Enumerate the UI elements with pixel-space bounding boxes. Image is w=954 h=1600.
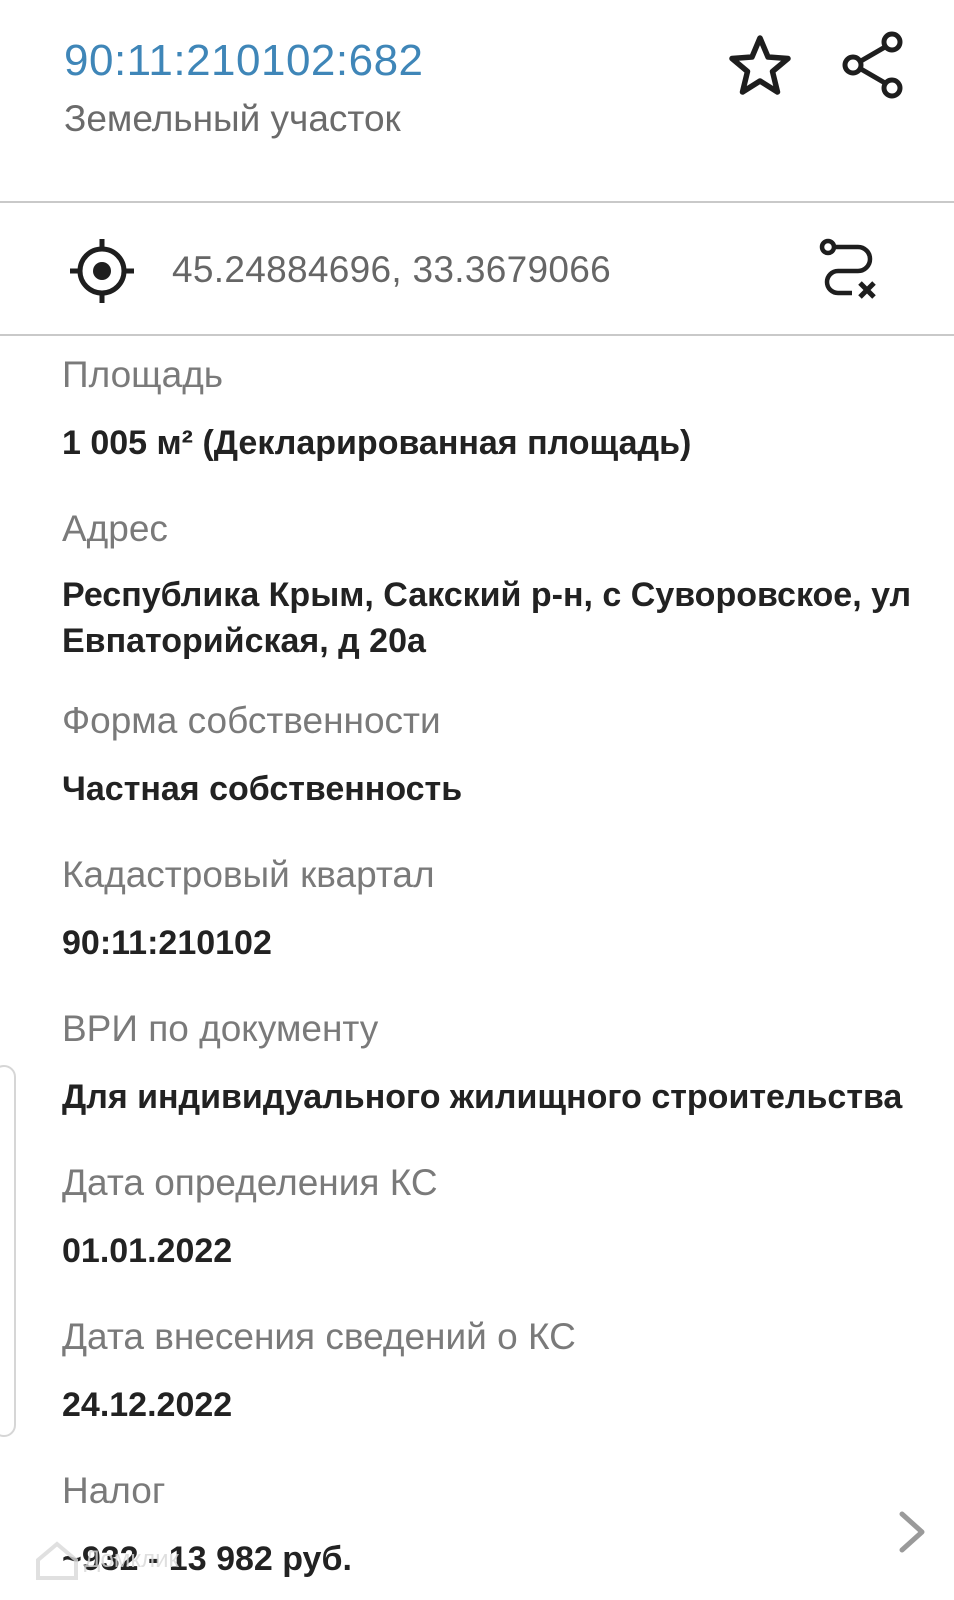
coordinates-row[interactable]: 45.24884696, 33.3679066: [0, 207, 954, 335]
permitted-use-label: ВРИ по документу: [62, 1008, 379, 1049]
coordinates-text[interactable]: 45.24884696, 33.3679066: [172, 249, 611, 291]
header: 90:11:210102:682 Земельный участок: [0, 0, 954, 205]
address-label: Адрес: [62, 508, 168, 549]
route-clear-icon[interactable]: [818, 237, 884, 303]
star-icon[interactable]: [728, 34, 792, 98]
share-icon[interactable]: [840, 30, 906, 100]
watermark-text: Домклик: [84, 1546, 180, 1573]
cv-date-value: 01.01.2022: [62, 1232, 233, 1270]
watermark-house-icon: [36, 1541, 78, 1580]
tax-label[interactable]: Налог: [62, 1470, 165, 1512]
divider: [0, 201, 954, 203]
chevron-right-icon[interactable]: [896, 1508, 928, 1556]
area-label: Площадь: [62, 354, 224, 395]
cv-entry-date-label: Дата внесения сведений о КС: [62, 1316, 576, 1357]
permitted-use-value: Для индивидуального жилищного строительс…: [62, 1078, 903, 1116]
target-icon[interactable]: [68, 237, 136, 305]
cv-date-label: Дата определения КС: [62, 1162, 438, 1203]
divider: [0, 334, 954, 336]
area-value: 1 005 м² (Декларированная площадь): [62, 424, 692, 462]
object-type: Земельный участок: [64, 98, 401, 139]
cadastral-quarter-label: Кадастровый квартал: [62, 854, 435, 895]
cv-entry-date-value: 24.12.2022: [62, 1386, 233, 1424]
ownership-value: Частная собственность: [62, 770, 463, 808]
ownership-label: Форма собственности: [62, 700, 441, 741]
cadastral-number[interactable]: 90:11:210102:682: [64, 36, 424, 86]
cadastral-quarter-value: 90:11:210102: [62, 924, 272, 962]
edge-scroll-handle[interactable]: [0, 1065, 16, 1437]
address-value: Республика Крым, Сакский р-н, с Суворовс…: [62, 576, 912, 660]
